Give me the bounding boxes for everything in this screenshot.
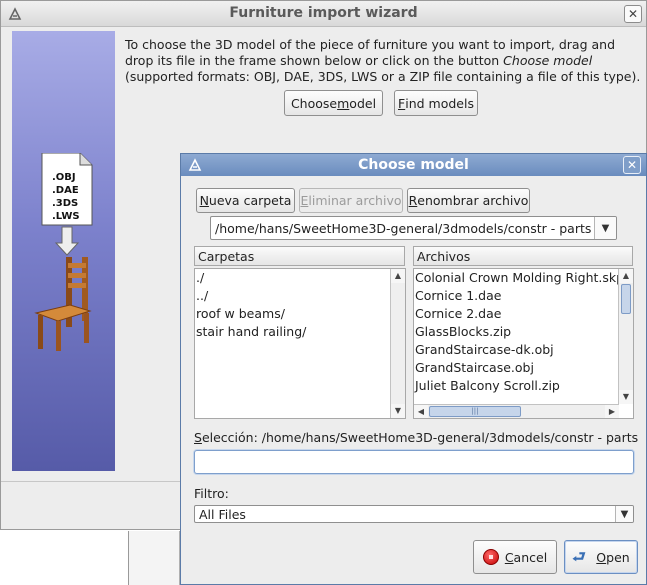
- label: Choose: [290, 95, 338, 111]
- dialog-close-icon[interactable]: ✕: [623, 156, 641, 174]
- rename-file-button[interactable]: Renombrar archivo: [407, 188, 530, 213]
- choose-model-button[interactable]: Choose m odel: [284, 90, 383, 116]
- wizard-title: Furniture import wizard: [229, 5, 418, 21]
- file-item[interactable]: Juliet Balcony Scroll.zip: [414, 377, 633, 395]
- files-vertical-scrollbar[interactable]: ▲ ▼: [618, 269, 633, 404]
- label: ind models: [405, 95, 474, 111]
- mnemonic: E: [300, 193, 309, 208]
- horizontal-scroll-thumb[interactable]: |||: [429, 406, 521, 417]
- instructions-emphasis: Choose model: [503, 53, 593, 68]
- mnemonic: O: [596, 549, 607, 565]
- format-label-obj: .OBJ: [52, 172, 76, 183]
- background-window-edge: [128, 531, 180, 585]
- label: elección: /home/hans/SweetHome3D-general…: [201, 430, 639, 445]
- directory-path-combo[interactable]: /home/hans/SweetHome3D-general/3dmodels/…: [210, 216, 617, 240]
- label: odel: [349, 95, 377, 111]
- folder-item[interactable]: roof w beams/: [195, 305, 405, 323]
- scroll-up-icon[interactable]: ▲: [619, 269, 633, 283]
- folders-vertical-scrollbar[interactable]: ▲ ▼: [390, 269, 405, 418]
- open-button[interactable]: ⮐ Open: [564, 540, 638, 574]
- folder-item[interactable]: ../: [195, 287, 405, 305]
- file-item[interactable]: Colonial Crown Molding Right.skp: [414, 269, 633, 287]
- scroll-left-icon[interactable]: ◀: [414, 405, 428, 418]
- mnemonic: m: [337, 95, 350, 111]
- files-header: Archivos: [413, 246, 633, 266]
- new-folder-button[interactable]: Nueva carpeta: [196, 188, 295, 213]
- cancel-button[interactable]: Cancel: [473, 540, 557, 574]
- filter-combo[interactable]: All Files ▼: [194, 505, 634, 523]
- chevron-down-icon[interactable]: ▼: [594, 217, 616, 239]
- file-item[interactable]: GrandStaircase.obj: [414, 359, 633, 377]
- label: ueva carpeta: [208, 193, 292, 208]
- scroll-up-icon[interactable]: ▲: [391, 269, 405, 283]
- find-models-button[interactable]: Find models: [394, 90, 478, 116]
- format-label-3ds: .3DS: [52, 198, 78, 209]
- dialog-titlebar[interactable]: Choose model ✕: [181, 154, 646, 176]
- scroll-down-icon[interactable]: ▼: [619, 390, 633, 404]
- import-model-illustration: .OBJ .DAE .3DS .LWS: [34, 153, 93, 351]
- file-item[interactable]: GlassBlocks.zip: [414, 323, 633, 341]
- file-item[interactable]: GrandStaircase-dk.obj: [414, 341, 633, 359]
- label: liminar archivo: [308, 193, 402, 208]
- wizard-close-icon[interactable]: ✕: [624, 5, 642, 23]
- selection-label: Selección: /home/hans/SweetHome3D-genera…: [194, 430, 638, 445]
- label: pen: [606, 549, 630, 565]
- label: enombrar archivo: [417, 193, 529, 208]
- label: ancel: [513, 549, 548, 565]
- scroll-down-icon[interactable]: ▼: [391, 404, 405, 418]
- format-label-dae: .DAE: [52, 185, 79, 196]
- mnemonic: N: [199, 193, 209, 208]
- mnemonic: R: [408, 193, 418, 208]
- open-arrow-icon: ⮐: [572, 548, 586, 566]
- files-horizontal-scrollbar[interactable]: ◀ ||| ▶: [414, 404, 619, 418]
- mnemonic: S: [194, 430, 202, 445]
- selection-input[interactable]: [194, 450, 634, 474]
- instructions-text-2: (supported formats: OBJ, DAE, 3DS, LWS o…: [125, 69, 641, 84]
- folder-item[interactable]: ./: [195, 269, 405, 287]
- directory-path-value: /home/hans/SweetHome3D-general/3dmodels/…: [215, 220, 592, 236]
- scroll-right-icon[interactable]: ▶: [605, 405, 619, 418]
- delete-file-button[interactable]: Eliminar archivo: [299, 188, 403, 213]
- folder-item[interactable]: stair hand railing/: [195, 323, 405, 341]
- vertical-scroll-thumb[interactable]: [621, 284, 631, 314]
- wizard-instructions: To choose the 3D model of the piece of f…: [125, 37, 641, 85]
- choose-model-dialog: Choose model ✕ Nueva carpeta Eliminar ar…: [180, 153, 647, 585]
- stop-icon: [482, 549, 499, 565]
- file-item[interactable]: Cornice 2.dae: [414, 305, 633, 323]
- folders-header: Carpetas: [194, 246, 405, 266]
- filter-label: Filtro:: [194, 486, 229, 501]
- wizard-side-panel: .OBJ .DAE .3DS .LWS: [12, 31, 115, 471]
- folders-list[interactable]: ./ ../ roof w beams/ stair hand railing/…: [194, 268, 406, 419]
- chevron-down-icon[interactable]: ▼: [615, 506, 633, 522]
- dialog-title: Choose model: [358, 157, 469, 173]
- files-list[interactable]: Colonial Crown Molding Right.skp Cornice…: [413, 268, 634, 419]
- chair-icon: [34, 257, 92, 351]
- mnemonic: F: [398, 95, 406, 111]
- format-label-lws: .LWS: [52, 211, 80, 222]
- mnemonic: C: [504, 549, 514, 565]
- file-item[interactable]: Cornice 1.dae: [414, 287, 633, 305]
- filter-value: All Files: [199, 506, 246, 522]
- wizard-titlebar[interactable]: Furniture import wizard ✕: [1, 1, 646, 27]
